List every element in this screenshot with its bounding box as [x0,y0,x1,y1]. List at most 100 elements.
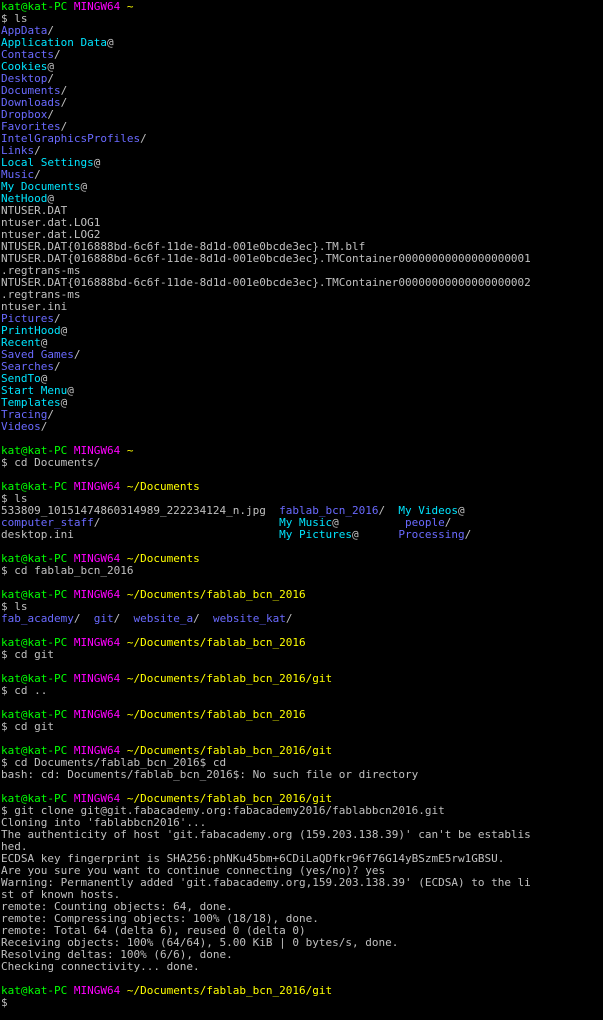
prompt-path: ~/Documents/fablab_bcn_2016 [126,637,306,649]
terminal-line: Checking connectivity... done. [1,961,603,973]
prompt-mingw-label: MINGW64 [73,637,127,649]
terminal-text: / [73,349,81,361]
directory-entry: Pictures [1,313,54,325]
terminal-line: My Documents@ [1,181,603,193]
prompt-mingw-label: MINGW64 [73,1,127,13]
terminal-line: remote: Total 64 (delta 6), reused 0 (de… [1,925,603,937]
prompt-user: kat@kat-PC [1,709,74,721]
directory-entry: Desktop [1,73,48,85]
prompt-mingw-label: MINGW64 [73,745,127,757]
terminal-line: $ ls [1,601,603,613]
symlink-entry: Cookies [1,61,48,73]
terminal-text: ntuser.ini [1,301,68,313]
terminal-text: / [47,109,54,121]
terminal-text: / [34,145,41,157]
terminal-text: / [60,121,68,133]
symlink-entry: Start Menu [1,385,68,397]
terminal-text: @ [40,337,48,349]
terminal-text: / [34,169,41,181]
prompt-path: ~ [126,1,134,13]
symlink-entry: Local Settings [1,157,94,169]
prompt-user: kat@kat-PC [1,745,74,757]
prompt-user: kat@kat-PC [1,1,74,13]
terminal-line: Tracing/ [1,409,603,421]
terminal-line: SendTo@ [1,373,603,385]
terminal-text: @ [106,37,114,49]
terminal-line: fab_academy/ git/ website_a/ website_kat… [1,613,603,625]
terminal-text: Warning: Permanently added 'git.fabacade… [1,877,531,889]
terminal-text: @ [40,373,48,385]
terminal-line: Favorites/ [1,121,603,133]
directory-entry: Contacts [1,49,54,61]
terminal-text: remote: Counting objects: 64, done. [1,901,233,913]
prompt-path: ~/Documents [126,481,200,493]
directory-entry: website_kat [212,613,286,625]
terminal-line: Dropbox/ [1,109,603,121]
directory-entry: Downloads [1,97,61,109]
terminal-text: @ [60,325,68,337]
terminal-line: AppData/ [1,25,603,37]
directory-entry: AppData [1,25,48,37]
terminal-text: / [193,613,213,625]
symlink-entry: My Pictures [279,529,353,541]
terminal-line: NTUSER.DAT{016888bd-6c6f-11de-8d1d-001e0… [1,241,603,253]
directory-entry: Documents [1,85,61,97]
terminal-text: NTUSER.DAT{016888bd-6c6f-11de-8d1d-001e0… [1,241,366,253]
terminal-line: bash: cd: Documents/fablab_bcn_2016$: No… [1,769,603,781]
prompt-path: ~/Documents/fablab_bcn_2016/git [126,745,333,757]
terminal-line: $ ls [1,493,603,505]
terminal-text: $ cd .. [1,685,48,697]
directory-entry: git [93,613,114,625]
terminal-text: 533809_10151474860314989_222234124_n.jpg [1,505,280,517]
directory-entry: computer_staff [1,517,94,529]
prompt-path: ~/Documents/fablab_bcn_2016/git [126,673,333,685]
terminal-line: Cookies@ [1,61,603,73]
terminal-window[interactable]: kat@kat-PC MINGW64 ~ $ ls AppData/Applicat… [0,0,603,1020]
terminal-text: @ [60,397,68,409]
terminal-line: $ git clone git@git.fabacademy.org:fabac… [1,805,603,817]
terminal-text: / [285,613,293,625]
terminal-text: .regtrans-ms [1,289,81,301]
prompt-path: ~/Documents/fablab_bcn_2016/git [126,793,333,805]
terminal-text: Receiving objects: 100% (64/64), 5.00 Ki… [1,937,399,949]
prompt-path: ~/Documents/fablab_bcn_2016 [126,589,306,601]
terminal-text: / [47,73,54,85]
directory-entry: Saved Games [1,349,74,361]
terminal-text: / [60,85,68,97]
terminal-line: remote: Counting objects: 64, done. [1,901,603,913]
terminal-text: $ cd git [1,649,54,661]
terminal-text: $ ls [1,13,28,25]
symlink-entry: PrintHood [1,325,61,337]
symlink-entry: SendTo [1,373,41,385]
terminal-line: ntuser.ini [1,301,603,313]
directory-entry: Links [1,145,35,157]
terminal-text: ntuser.dat.LOG2 [1,229,101,241]
terminal-text: $ ls [1,601,28,613]
prompt-user: kat@kat-PC [1,793,74,805]
terminal-line: $ cd Documents/ [1,457,603,469]
symlink-entry: Application Data [1,37,107,49]
terminal-line: remote: Compressing objects: 100% (18/18… [1,913,603,925]
prompt-mingw-label: MINGW64 [73,481,127,493]
prompt-mingw-label: MINGW64 [73,793,127,805]
terminal-text: The authenticity of host 'git.fabacademy… [1,829,531,841]
prompt-user: kat@kat-PC [1,481,74,493]
symlink-entry: My Music [279,517,333,529]
terminal-text: $ cd git [1,721,54,733]
terminal-line: Start Menu@ [1,385,603,397]
terminal-text: desktop.ini [1,529,280,541]
directory-entry: Music [1,169,35,181]
terminal-line: ECDSA key fingerprint is SHA256:phNKu45b… [1,853,603,865]
terminal-text: @ [457,505,465,517]
terminal-line: $ cd git [1,721,603,733]
terminal-text: NTUSER.DAT{016888bd-6c6f-11de-8d1d-001e0… [1,277,531,289]
symlink-entry: Templates [1,397,61,409]
